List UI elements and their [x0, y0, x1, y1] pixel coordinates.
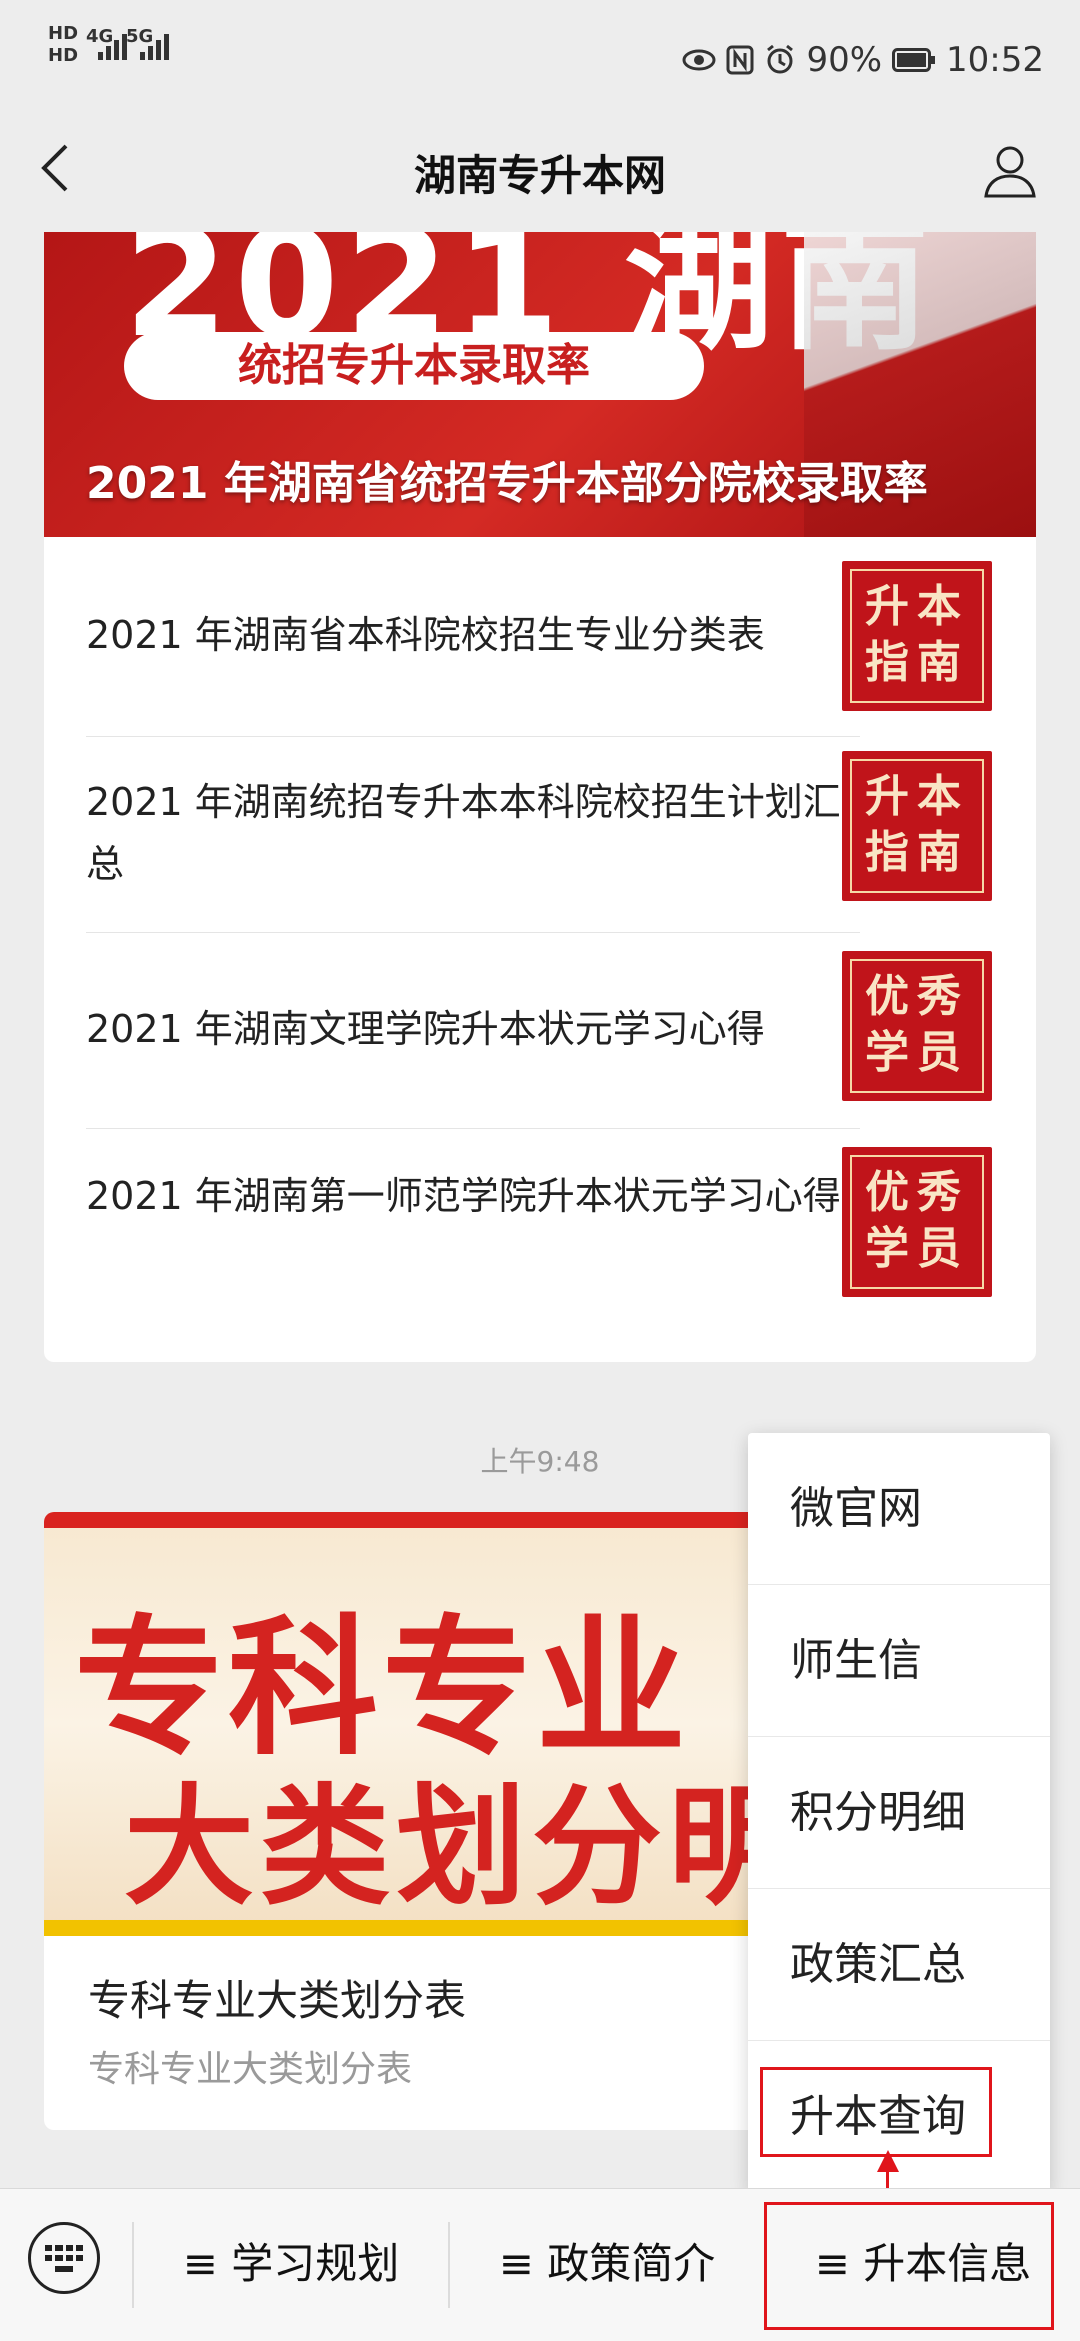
- article-thumbnail: 优秀 学员: [842, 951, 992, 1101]
- menu-item-label: 微官网: [790, 1483, 922, 1534]
- user-icon[interactable]: [980, 140, 1040, 200]
- article-group-card: 2021 湖南 统招专升本录取率 2021 年湖南省统招专升本部分院校录取率 2…: [44, 232, 1036, 1362]
- article-thumbnail: 优秀 学员: [842, 1147, 992, 1297]
- highlight-box-tab: [764, 2202, 1054, 2330]
- status-right: 90% 10:52: [682, 40, 1044, 80]
- article-title: 2021 年湖南省本科院校招生专业分类表: [86, 613, 765, 657]
- signal-icon-2: [140, 30, 169, 60]
- menu-item-label: 政策汇总: [790, 1939, 966, 1990]
- menu-item-wei-guan-wang[interactable]: 微官网: [748, 1433, 1050, 1585]
- menu-item-label: 师生信: [790, 1635, 922, 1686]
- nfc-icon: [726, 45, 754, 75]
- hd-indicator-2: HD: [48, 45, 79, 66]
- banner-line-2: 大类划分明: [124, 1771, 805, 1923]
- tab-xue-xi-gui-hua[interactable]: ≡ 学习规划: [134, 2188, 448, 2340]
- article-summary: 专科专业大类划分表: [88, 2049, 413, 2090]
- annotation-arrow-head: [877, 2150, 899, 2172]
- banner-pill: 统招专升本录取率: [124, 332, 704, 400]
- battery-percent: 90%: [806, 40, 883, 80]
- list-item[interactable]: 2021 年湖南统招专升本本科院校招生计划汇总 升本 指南: [44, 737, 1036, 933]
- menu-item-label: 积分明细: [790, 1787, 966, 1838]
- menu-item-shi-sheng-xin[interactable]: 师生信: [748, 1585, 1050, 1737]
- article-title: 2021 年湖南第一师范学院升本状元学习心得: [86, 1174, 841, 1218]
- signal-icon: [98, 30, 127, 60]
- menu-item-ji-fen-ming-xi[interactable]: 积分明细: [748, 1737, 1050, 1889]
- article-title: 专科专业大类划分表: [88, 1976, 467, 2025]
- clock-time: 10:52: [946, 40, 1044, 80]
- article-cover-banner[interactable]: 2021 湖南 统招专升本录取率 2021 年湖南省统招专升本部分院校录取率: [44, 232, 1036, 537]
- keyboard-icon[interactable]: [28, 2222, 100, 2294]
- list-item[interactable]: 2021 年湖南文理学院升本状元学习心得 优秀 学员: [44, 933, 1036, 1129]
- highlight-box-menu-item: [760, 2067, 992, 2157]
- article-thumbnail: 升本 指南: [842, 561, 992, 711]
- cover-article-title: 2021 年湖南省统招专升本部分院校录取率: [86, 458, 928, 509]
- tab-zheng-ce-jian-jie[interactable]: ≡ 政策简介: [450, 2188, 764, 2340]
- list-item[interactable]: 2021 年湖南第一师范学院升本状元学习心得 优秀 学员: [44, 1129, 1036, 1325]
- status-bar: HD HD 4G 5G 90% 10:52: [0, 0, 1080, 120]
- alarm-icon: [767, 44, 794, 74]
- hd-indicator: HD: [48, 23, 79, 44]
- eye-icon: [682, 49, 716, 71]
- battery-icon: [892, 48, 936, 72]
- article-title: 2021 年湖南统招专升本本科院校招生计划汇总: [86, 780, 841, 886]
- article-title: 2021 年湖南文理学院升本状元学习心得: [86, 1007, 765, 1051]
- article-thumbnail: 升本 指南: [842, 751, 992, 901]
- menu-item-zheng-ce-hui-zong[interactable]: 政策汇总: [748, 1889, 1050, 2041]
- page-title: 湖南专升本网: [413, 151, 666, 200]
- list-item[interactable]: 2021 年湖南省本科院校招生专业分类表 升本 指南: [44, 537, 1036, 733]
